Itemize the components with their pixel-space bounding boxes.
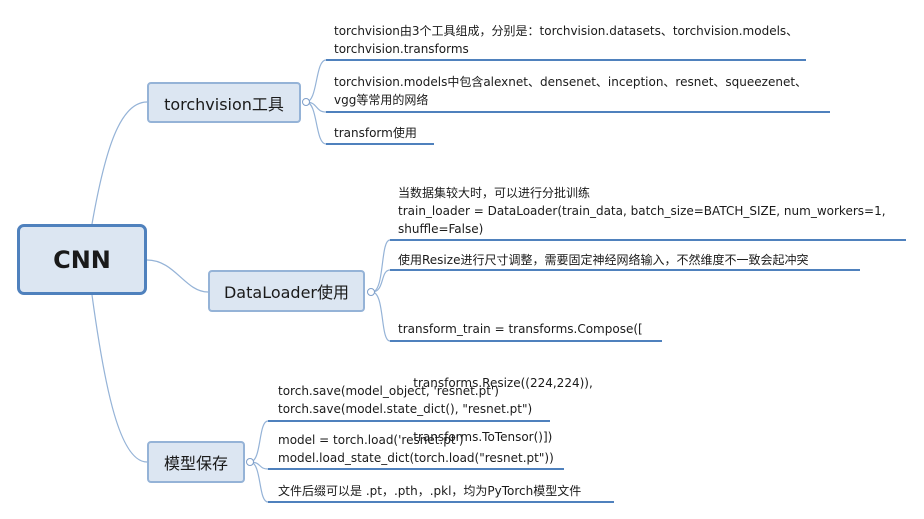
leaf-underline <box>326 111 830 113</box>
leaf-underline <box>268 420 550 422</box>
leaf-underline <box>326 59 806 61</box>
leaf-underline <box>268 468 564 470</box>
leaf-file-suffix: 文件后缀可以是 .pt，.pth，.pkl，均为PyTorch模型文件 <box>278 482 581 500</box>
leaf-line: transform_train = transforms.Compose([ <box>398 322 643 336</box>
connector-b2-leaf-3 <box>371 291 391 342</box>
leaf-torch-load: model = torch.load('resnet.pt') model.lo… <box>278 431 554 467</box>
leaf-line: vgg等常用的网络 <box>334 93 429 107</box>
branch-model-saving[interactable]: 模型保存 <box>147 441 245 483</box>
leaf-underline <box>326 143 434 145</box>
leaf-line: torch.save(model.state_dict(), "resnet.p… <box>278 402 533 416</box>
leaf-line: torch.save(model_object, 'resnet.pt') <box>278 384 499 398</box>
root-node[interactable]: CNN <box>17 224 147 295</box>
connector-root-branch-1 <box>91 101 148 225</box>
connector-b3-leaf-1 <box>249 420 269 463</box>
leaf-torchvision-models: torchvision.models中包含alexnet、densenet、in… <box>334 73 807 109</box>
collapse-toggle-icon[interactable] <box>246 458 254 466</box>
leaf-line: model.load_state_dict(torch.load("resnet… <box>278 451 554 465</box>
leaf-line: 文件后缀可以是 .pt，.pth，.pkl，均为PyTorch模型文件 <box>278 484 582 498</box>
collapse-toggle-icon[interactable] <box>302 98 310 106</box>
leaf-line: torchvision由3个工具组成，分别是：torchvision.datas… <box>334 24 799 38</box>
leaf-line: 当数据集较大时，可以进行分批训练 <box>398 186 591 200</box>
leaf-line: torchvision.transforms <box>334 42 469 56</box>
leaf-resize-note: 使用Resize进行尺寸调整，需要固定神经网络输入，不然维度不一致会起冲突 <box>398 251 808 269</box>
branch-torchvision-tools[interactable]: torchvision工具 <box>147 82 301 123</box>
connector-b1-leaf-1 <box>305 59 327 103</box>
connector-root-branch-3 <box>91 294 148 463</box>
leaf-line: 使用Resize进行尺寸调整，需要固定神经网络输入，不然维度不一致会起冲突 <box>398 253 809 267</box>
leaf-underline <box>390 239 906 241</box>
leaf-line: torchvision.models中包含alexnet、densenet、in… <box>334 75 808 89</box>
leaf-line: model = torch.load('resnet.pt') <box>278 433 464 447</box>
leaf-batch-training: 当数据集较大时，可以进行分批训练 train_loader = DataLoad… <box>398 184 886 238</box>
connector-b1-leaf-3 <box>305 101 327 145</box>
connector-root-branch-2 <box>146 259 209 293</box>
leaf-underline <box>390 269 860 271</box>
leaf-line: train_loader = DataLoader(train_data, ba… <box>398 204 886 218</box>
leaf-line: transform使用 <box>334 126 417 140</box>
collapse-toggle-icon[interactable] <box>367 288 375 296</box>
connector-b3-leaf-3 <box>249 461 269 503</box>
leaf-underline <box>390 340 662 342</box>
branch-dataloader-usage[interactable]: DataLoader使用 <box>208 270 365 312</box>
leaf-torchvision-components: torchvision由3个工具组成，分别是：torchvision.datas… <box>334 22 798 58</box>
leaf-line: shuffle=False) <box>398 222 484 236</box>
leaf-underline <box>268 501 614 503</box>
leaf-torch-save: torch.save(model_object, 'resnet.pt') to… <box>278 382 532 418</box>
leaf-transform-usage: transform使用 <box>334 124 417 142</box>
